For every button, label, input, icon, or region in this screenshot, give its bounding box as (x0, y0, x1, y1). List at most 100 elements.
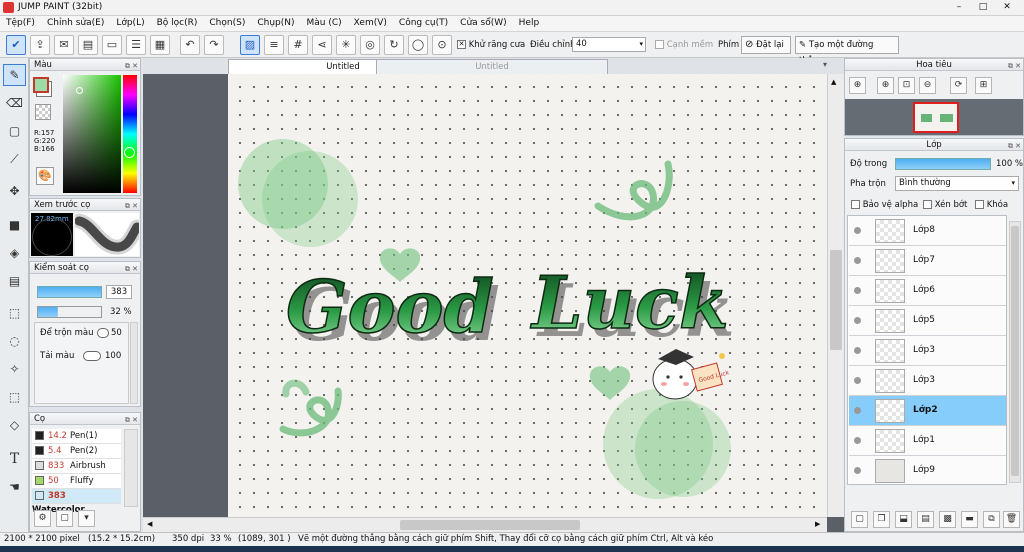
visibility-eye-icon[interactable] (854, 287, 861, 294)
amount-toggle[interactable] (83, 351, 101, 361)
brush-item[interactable]: 833 Airbrush (32, 459, 121, 474)
rotate-icon[interactable]: ⟳ (950, 77, 967, 94)
blend-knob[interactable] (97, 328, 109, 338)
redo-icon[interactable]: ↷ (204, 35, 224, 55)
copy-layer-icon[interactable]: ❐ (873, 511, 890, 528)
magic-wand-icon[interactable]: ✧ (3, 358, 26, 380)
layer-row[interactable]: Lớp3 (849, 336, 1006, 366)
brush-settings-icon[interactable]: ⚙ (34, 510, 51, 527)
zoom-in-2-icon[interactable]: ⊕ (877, 77, 894, 94)
layer-row[interactable]: Lớp8 (849, 216, 1006, 246)
straight-line-button[interactable]: ✎ Tạo một đường thẳng (795, 36, 899, 66)
menu-help[interactable]: Help (513, 16, 546, 28)
document-icon[interactable]: ▭ (102, 35, 122, 55)
layer-scrollbar[interactable] (1009, 221, 1021, 483)
visibility-eye-icon[interactable] (854, 437, 861, 444)
brush-item[interactable]: 5.4 Pen(2) (32, 444, 121, 459)
brush-item[interactable]: 50Fluffy Water (32, 474, 121, 500)
layer-row[interactable]: Lớp2 (849, 396, 1006, 426)
antialias-checkbox[interactable]: ✕ Khử răng cưa (457, 40, 525, 50)
tab-untitled-2[interactable]: Untitled (376, 59, 608, 74)
edge-checkbox[interactable]: Cạnh mềm (655, 40, 713, 50)
new-layer-icon[interactable]: ▢ (851, 511, 868, 528)
menu-edit[interactable]: Chỉnh sửa(E) (41, 16, 110, 28)
menu-tools[interactable]: Công cụ(T) (393, 16, 454, 28)
picker-cursor[interactable] (76, 87, 83, 94)
layer-row[interactable]: Lớp9 (849, 456, 1006, 484)
close-button[interactable]: ✕ (996, 1, 1018, 14)
visibility-eye-icon[interactable] (854, 467, 861, 474)
flip-icon[interactable]: ⊞ (975, 77, 992, 94)
circle-dots-icon[interactable]: ⊙ (432, 35, 452, 55)
zoom-in-icon[interactable]: ⊕ (849, 77, 866, 94)
ellipse-guide-icon[interactable]: ◯ (408, 35, 428, 55)
clipping-checkbox[interactable]: Xén bớt (923, 200, 967, 210)
panel-float-icon[interactable]: ⧉ ✕ (125, 263, 138, 275)
fill-tool-icon[interactable]: ◈ (3, 242, 26, 264)
hue-cursor[interactable] (124, 147, 135, 158)
maximize-button[interactable]: □ (972, 1, 994, 14)
protect-alpha-checkbox[interactable]: Bảo vệ alpha (851, 200, 918, 210)
grid-panel-icon[interactable]: ▦ (150, 35, 170, 55)
grid-icon[interactable]: # (288, 35, 308, 55)
scroll-left-icon[interactable]: ◀ (147, 520, 152, 528)
brushes-scrollbar[interactable] (124, 429, 138, 507)
transparent-swatch[interactable] (35, 104, 51, 120)
lock-checkbox[interactable]: Khóa (975, 200, 1008, 210)
navigator-viewport[interactable] (913, 102, 959, 133)
visibility-eye-icon[interactable] (854, 257, 861, 264)
select-pen-icon[interactable]: ⬚ (3, 386, 26, 408)
message-icon[interactable]: ▤ (78, 35, 98, 55)
menu-layer[interactable]: Lớp(L) (110, 16, 150, 28)
vertical-scroll-thumb[interactable] (830, 250, 842, 350)
lasso-tool-icon[interactable]: ◌ (3, 330, 26, 352)
share-icon[interactable]: ⇪ (30, 35, 50, 55)
list-icon[interactable]: ☰ (126, 35, 146, 55)
brush-tool-icon[interactable]: ✎ (3, 64, 26, 86)
visibility-eye-icon[interactable] (854, 227, 861, 234)
horizontal-scroll-thumb[interactable] (400, 520, 580, 530)
size-input[interactable]: 383 (106, 285, 132, 299)
brush-mode-icon[interactable]: ✔ (6, 35, 26, 55)
visibility-eye-icon[interactable] (854, 377, 861, 384)
brush-control-scrollbar[interactable] (130, 322, 138, 404)
layer-row[interactable]: Lớp7 (849, 246, 1006, 276)
layer-settings-icon[interactable]: ▤ (917, 511, 934, 528)
pattern-layer-icon[interactable]: ▩ (939, 511, 956, 528)
curve-icon[interactable]: ↻ (384, 35, 404, 55)
folder-icon[interactable]: ▬ (961, 511, 978, 528)
move-tool-icon[interactable]: ✥ (3, 180, 26, 202)
menu-view[interactable]: Xem(V) (348, 16, 393, 28)
brush-item[interactable]: 14.2 Pen(1) (32, 429, 121, 444)
eraser-tool-icon[interactable]: ⌫ (3, 92, 26, 114)
canvas-paper[interactable]: Good Luck Good Luck Good Luck (228, 74, 827, 517)
menu-file[interactable]: Tệp(F) (0, 16, 41, 28)
foreground-color-swatch[interactable] (33, 77, 49, 93)
line-tool-icon[interactable]: ⟋ (3, 148, 26, 170)
lines-icon[interactable]: ≡ (264, 35, 284, 55)
saturation-value-picker[interactable] (63, 75, 121, 193)
gradient-tool-icon[interactable]: ▤ (3, 270, 26, 292)
panel-float-icon[interactable]: ⧉ ✕ (1008, 60, 1021, 72)
merge-layer-icon[interactable]: ⬓ (895, 511, 912, 528)
undo-icon[interactable]: ↶ (180, 35, 200, 55)
delete-layer-icon[interactable]: 🗑 (1003, 511, 1020, 528)
minimize-button[interactable]: – (948, 1, 970, 14)
select-eraser-icon[interactable]: ◇ (3, 414, 26, 436)
tabs-menu-icon[interactable]: ▾ (823, 60, 827, 69)
visibility-eye-icon[interactable] (854, 347, 861, 354)
panel-float-icon[interactable]: ⧉ ✕ (125, 200, 138, 212)
brush-item[interactable]: 383Watercolor (32, 489, 121, 515)
vertical-scrollbar[interactable]: ▲ (827, 74, 844, 517)
layer-row[interactable]: Lớp5 (849, 306, 1006, 336)
opacity-slider[interactable] (37, 306, 102, 318)
layer-opacity-slider[interactable] (895, 158, 991, 170)
hand-tool-icon[interactable]: ☚ (3, 476, 26, 498)
panel-float-icon[interactable]: ⧉ ✕ (125, 414, 138, 426)
zoom-out-icon[interactable]: ⊖ (919, 77, 936, 94)
menu-capture[interactable]: Chụp(N) (251, 16, 300, 28)
concentric-icon[interactable]: ◎ (360, 35, 380, 55)
visibility-eye-icon[interactable] (854, 407, 861, 414)
comment-icon[interactable]: ✉ (54, 35, 74, 55)
horizontal-scrollbar[interactable]: ◀ ▶ (143, 517, 827, 532)
